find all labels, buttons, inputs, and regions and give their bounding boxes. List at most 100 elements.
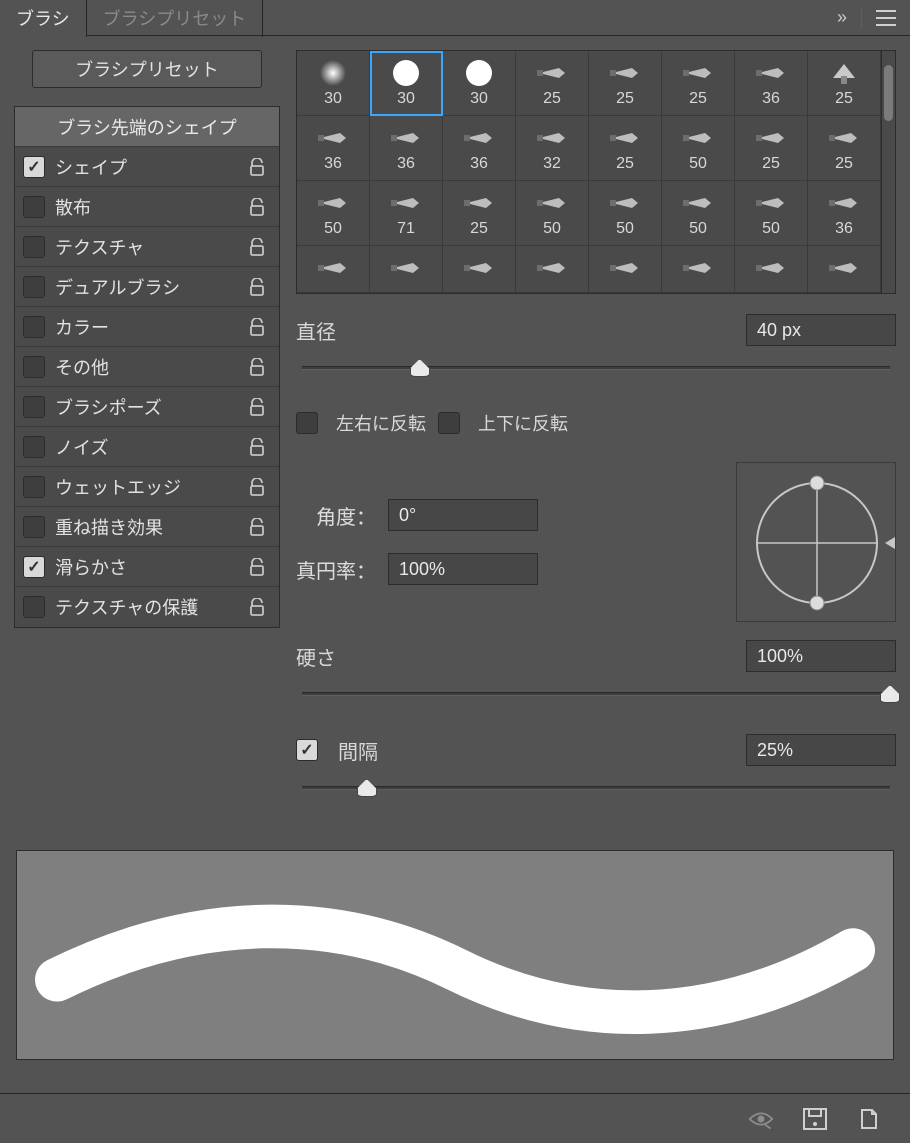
lock-icon[interactable]	[249, 358, 271, 376]
option-row[interactable]: 重ね描き効果	[15, 507, 279, 547]
option-row[interactable]: ノイズ	[15, 427, 279, 467]
tab-brushes[interactable]: ブラシ	[0, 0, 87, 37]
brush-cell[interactable]: 30	[443, 51, 516, 116]
option-checkbox[interactable]	[23, 476, 45, 498]
option-checkbox[interactable]	[23, 436, 45, 458]
option-checkbox[interactable]	[23, 316, 45, 338]
brush-cell[interactable]: 32	[516, 116, 589, 181]
brush-cell[interactable]: 25	[808, 51, 881, 116]
lock-icon[interactable]	[249, 158, 271, 176]
option-checkbox[interactable]	[23, 396, 45, 418]
option-row[interactable]: ブラシポーズ	[15, 387, 279, 427]
option-checkbox[interactable]	[23, 556, 45, 578]
option-row[interactable]: シェイプ	[15, 147, 279, 187]
brush-cell[interactable]	[370, 246, 443, 293]
diameter-input[interactable]: 40 px	[746, 314, 896, 346]
option-checkbox[interactable]	[23, 516, 45, 538]
option-checkbox[interactable]	[23, 596, 45, 618]
lock-icon[interactable]	[249, 398, 271, 416]
brush-size-label: 25	[762, 155, 780, 173]
brush-cell[interactable]	[735, 246, 808, 293]
brush-cell[interactable]: 50	[589, 181, 662, 246]
spacing-checkbox[interactable]	[296, 739, 318, 761]
lock-icon[interactable]	[249, 558, 271, 576]
option-row[interactable]: 滑らかさ	[15, 547, 279, 587]
brush-cell[interactable]	[589, 246, 662, 293]
brush-size-label: 25	[543, 90, 561, 108]
brush-cell[interactable]: 25	[443, 181, 516, 246]
option-row[interactable]: テクスチャ	[15, 227, 279, 267]
diameter-label: 直径	[296, 316, 336, 345]
toggle-preview-icon[interactable]	[748, 1106, 774, 1132]
flip-y-checkbox[interactable]	[438, 412, 460, 434]
brush-cell[interactable]: 36	[735, 51, 808, 116]
grid-scrollbar-thumb[interactable]	[884, 65, 893, 121]
tab-brush-presets[interactable]: ブラシプリセット	[87, 0, 264, 37]
options-header[interactable]: ブラシ先端のシェイプ	[15, 107, 279, 147]
brush-size-label: 25	[470, 220, 488, 238]
brush-cell[interactable]: 36	[370, 116, 443, 181]
brush-thumb-icon	[681, 188, 715, 218]
lock-icon[interactable]	[249, 438, 271, 456]
collapse-icon[interactable]: »	[837, 7, 847, 28]
brush-cell[interactable]	[443, 246, 516, 293]
new-document-icon[interactable]	[856, 1106, 882, 1132]
brush-cell[interactable]: 50	[516, 181, 589, 246]
brush-cell[interactable]: 36	[443, 116, 516, 181]
brush-size-label: 50	[543, 220, 561, 238]
brush-grid[interactable]: 3030302525253625363636322550252550712550…	[296, 50, 882, 294]
brush-cell[interactable]: 25	[516, 51, 589, 116]
create-preset-icon[interactable]	[802, 1106, 828, 1132]
diameter-slider[interactable]	[296, 356, 896, 384]
brush-cell[interactable]: 50	[735, 181, 808, 246]
hardness-slider[interactable]	[296, 682, 896, 710]
brush-cell[interactable]: 36	[808, 181, 881, 246]
lock-icon[interactable]	[249, 198, 271, 216]
angle-widget[interactable]	[736, 462, 896, 622]
option-checkbox[interactable]	[23, 356, 45, 378]
lock-icon[interactable]	[249, 238, 271, 256]
option-row[interactable]: その他	[15, 347, 279, 387]
option-row[interactable]: デュアルブラシ	[15, 267, 279, 307]
brush-thumb-icon	[827, 253, 861, 283]
panel-menu-icon[interactable]	[876, 10, 896, 26]
option-checkbox[interactable]	[23, 196, 45, 218]
brush-cell[interactable]: 50	[662, 181, 735, 246]
lock-icon[interactable]	[249, 278, 271, 296]
roundness-input[interactable]: 100%	[388, 553, 538, 585]
lock-icon[interactable]	[249, 478, 271, 496]
angle-input[interactable]: 0°	[388, 499, 538, 531]
option-checkbox[interactable]	[23, 236, 45, 258]
brush-cell[interactable]: 30	[297, 51, 370, 116]
flip-x-checkbox[interactable]	[296, 412, 318, 434]
brush-cell[interactable]: 25	[735, 116, 808, 181]
hardness-input[interactable]: 100%	[746, 640, 896, 672]
spacing-input[interactable]: 25%	[746, 734, 896, 766]
brush-cell[interactable]: 50	[297, 181, 370, 246]
brush-preset-button[interactable]: ブラシプリセット	[32, 50, 262, 88]
brush-cell[interactable]: 25	[589, 116, 662, 181]
option-row[interactable]: 散布	[15, 187, 279, 227]
brush-cell[interactable]: 25	[808, 116, 881, 181]
brush-cell[interactable]: 71	[370, 181, 443, 246]
grid-scrollbar[interactable]	[882, 50, 896, 294]
option-row[interactable]: テクスチャの保護	[15, 587, 279, 627]
brush-cell[interactable]: 25	[589, 51, 662, 116]
spacing-slider[interactable]	[296, 776, 896, 804]
brush-cell[interactable]: 50	[662, 116, 735, 181]
option-row[interactable]: ウェットエッジ	[15, 467, 279, 507]
lock-icon[interactable]	[249, 598, 271, 616]
option-label: テクスチャの保護	[55, 594, 249, 620]
option-row[interactable]: カラー	[15, 307, 279, 347]
lock-icon[interactable]	[249, 318, 271, 336]
brush-cell[interactable]: 30	[370, 51, 443, 116]
brush-cell[interactable]	[662, 246, 735, 293]
brush-cell[interactable]	[297, 246, 370, 293]
brush-cell[interactable]	[516, 246, 589, 293]
brush-cell[interactable]: 36	[297, 116, 370, 181]
brush-cell[interactable]: 25	[662, 51, 735, 116]
option-checkbox[interactable]	[23, 156, 45, 178]
lock-icon[interactable]	[249, 518, 271, 536]
option-checkbox[interactable]	[23, 276, 45, 298]
brush-cell[interactable]	[808, 246, 881, 293]
